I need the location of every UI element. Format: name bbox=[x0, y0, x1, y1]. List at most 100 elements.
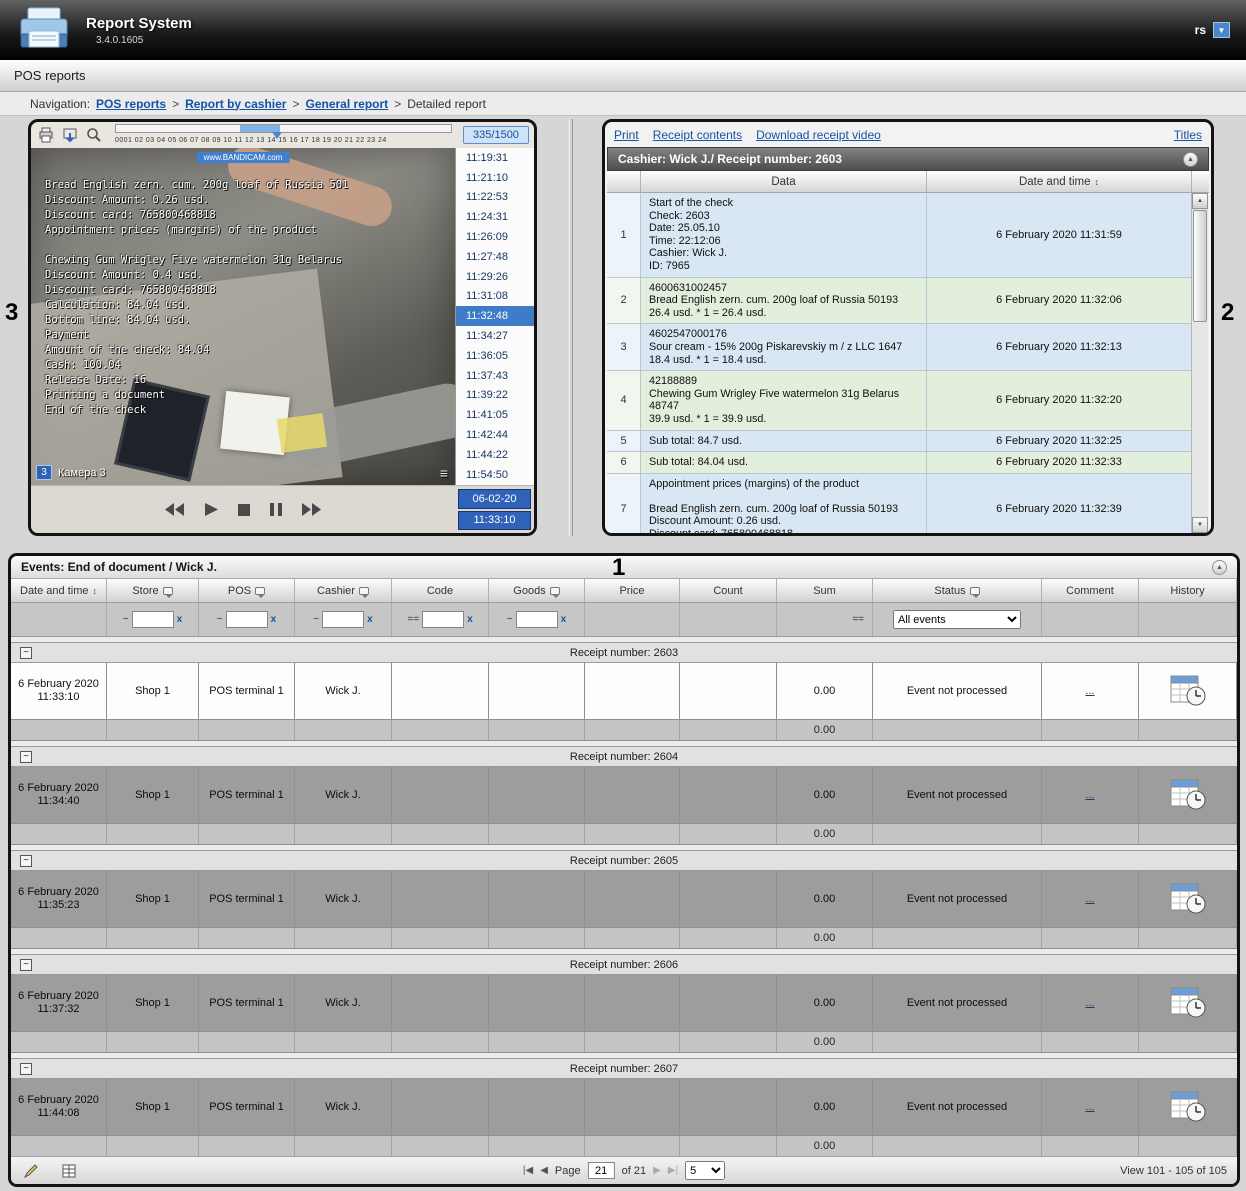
filter-icon[interactable] bbox=[163, 587, 173, 595]
timeline-slider[interactable] bbox=[115, 124, 452, 133]
timestamp-item-selected[interactable]: 11:32:48 bbox=[456, 306, 534, 326]
export-icon[interactable] bbox=[60, 125, 80, 145]
previous-page-icon[interactable]: ◀ bbox=[540, 1165, 548, 1176]
timestamp-item[interactable]: 11:27:48 bbox=[456, 247, 534, 267]
collapse-group-icon[interactable]: − bbox=[20, 751, 32, 763]
timestamp-item[interactable]: 11:36:05 bbox=[456, 346, 534, 366]
panel-splitter[interactable] bbox=[569, 119, 573, 536]
page-number-input[interactable] bbox=[588, 1162, 615, 1179]
fast-forward-icon[interactable] bbox=[302, 503, 322, 516]
collapse-events-icon[interactable]: ▲ bbox=[1212, 560, 1227, 575]
titles-link[interactable]: Titles bbox=[1174, 128, 1202, 142]
history-icon[interactable] bbox=[1170, 987, 1206, 1019]
filter-icon[interactable] bbox=[550, 587, 560, 595]
tab-pos-reports[interactable]: POS reports bbox=[14, 68, 86, 83]
event-row[interactable]: 6 February 2020 11:33:10 Shop 1 POS term… bbox=[11, 663, 1237, 720]
zoom-icon[interactable] bbox=[84, 125, 104, 145]
timestamp-item[interactable]: 11:44:22 bbox=[456, 445, 534, 465]
timestamp-item[interactable]: 11:42:44 bbox=[456, 425, 534, 445]
pos-filter-input[interactable] bbox=[226, 611, 268, 628]
comment-link[interactable]: ... bbox=[1085, 893, 1094, 906]
event-row[interactable]: 6 February 2020 11:44:08 Shop 1 POS term… bbox=[11, 1079, 1237, 1136]
timestamp-item[interactable]: 11:39:22 bbox=[456, 386, 534, 406]
breadcrumb-report-by-cashier[interactable]: Report by cashier bbox=[185, 97, 286, 111]
history-icon[interactable] bbox=[1170, 1091, 1206, 1123]
timestamp-item[interactable]: 11:22:53 bbox=[456, 188, 534, 208]
clear-filter-button[interactable]: x bbox=[271, 614, 277, 625]
timestamp-item[interactable]: 11:26:09 bbox=[456, 227, 534, 247]
event-row[interactable]: 6 February 2020 11:37:32 Shop 1 POS term… bbox=[11, 975, 1237, 1032]
column-data[interactable]: Data bbox=[641, 171, 927, 192]
filter-icon[interactable] bbox=[970, 587, 980, 595]
receipt-contents-link[interactable]: Receipt contents bbox=[653, 128, 742, 142]
timestamp-item[interactable]: 11:19:31 bbox=[456, 148, 534, 168]
column-store[interactable]: Store bbox=[107, 579, 199, 602]
comment-link[interactable]: ... bbox=[1085, 1101, 1094, 1114]
filter-icon[interactable] bbox=[359, 587, 369, 595]
column-date-and-time[interactable]: Date and time↕ bbox=[11, 579, 107, 602]
print-link[interactable]: Print bbox=[614, 128, 639, 142]
column-cashier[interactable]: Cashier bbox=[295, 579, 392, 602]
comment-link[interactable]: ... bbox=[1085, 789, 1094, 802]
rewind-icon[interactable] bbox=[165, 503, 185, 516]
pause-icon[interactable] bbox=[270, 503, 282, 516]
video-timeline[interactable]: 0001 02 03 04 05 06 07 08 09 10 11 12 13… bbox=[115, 124, 452, 146]
column-comment[interactable]: Comment bbox=[1042, 579, 1139, 602]
column-date-and-time[interactable]: Date and time ↕ bbox=[927, 171, 1191, 192]
column-sum[interactable]: Sum bbox=[777, 579, 873, 602]
breadcrumb-pos-reports[interactable]: POS reports bbox=[96, 97, 166, 111]
scroll-down-icon[interactable]: ▼ bbox=[1192, 517, 1208, 533]
receipt-scrollbar[interactable]: ▲ ▼ bbox=[1191, 193, 1208, 533]
collapse-group-icon[interactable]: − bbox=[20, 959, 32, 971]
code-filter-input[interactable] bbox=[422, 611, 464, 628]
timestamp-item[interactable]: 11:21:10 bbox=[456, 168, 534, 188]
timestamp-item[interactable]: 11:34:27 bbox=[456, 326, 534, 346]
comment-link[interactable]: ... bbox=[1085, 997, 1094, 1010]
user-menu-button[interactable]: ▼ bbox=[1213, 22, 1230, 38]
timestamp-item[interactable]: 11:54:50 bbox=[456, 465, 534, 485]
collapse-group-icon[interactable]: − bbox=[20, 855, 32, 867]
clear-filter-button[interactable]: x bbox=[561, 614, 567, 625]
download-receipt-video-link[interactable]: Download receipt video bbox=[756, 128, 881, 142]
play-icon[interactable] bbox=[205, 503, 218, 516]
collapse-group-icon[interactable]: − bbox=[20, 1063, 32, 1075]
timeline-marker-icon[interactable] bbox=[272, 132, 282, 139]
last-page-icon[interactable]: ▶| bbox=[668, 1165, 678, 1176]
grid-view-icon[interactable] bbox=[59, 1161, 79, 1181]
column-goods[interactable]: Goods bbox=[489, 579, 585, 602]
history-icon[interactable] bbox=[1170, 883, 1206, 915]
print-icon[interactable] bbox=[36, 125, 56, 145]
edit-icon[interactable] bbox=[21, 1161, 41, 1181]
filter-icon[interactable] bbox=[255, 587, 265, 595]
column-history[interactable]: History bbox=[1139, 579, 1237, 602]
timestamp-item[interactable]: 11:37:43 bbox=[456, 366, 534, 386]
clear-filter-button[interactable]: x bbox=[177, 614, 183, 625]
scroll-up-icon[interactable]: ▲ bbox=[1192, 193, 1208, 209]
video-frame[interactable]: www.BANDICAM.com Bread English zern. cum… bbox=[31, 148, 455, 485]
column-code[interactable]: Code bbox=[392, 579, 489, 602]
timestamp-item[interactable]: 11:29:26 bbox=[456, 267, 534, 287]
history-icon[interactable] bbox=[1170, 779, 1206, 811]
breadcrumb-general-report[interactable]: General report bbox=[305, 97, 388, 111]
first-page-icon[interactable]: |◀ bbox=[523, 1165, 533, 1176]
store-filter-input[interactable] bbox=[132, 611, 174, 628]
timestamp-item[interactable]: 11:24:31 bbox=[456, 207, 534, 227]
collapse-group-icon[interactable]: − bbox=[20, 647, 32, 659]
scrollbar-thumb[interactable] bbox=[1193, 210, 1207, 322]
cashier-filter-input[interactable] bbox=[322, 611, 364, 628]
stop-icon[interactable] bbox=[238, 504, 250, 516]
history-icon[interactable] bbox=[1170, 675, 1206, 707]
comment-link[interactable]: ... bbox=[1085, 685, 1094, 698]
event-row[interactable]: 6 February 2020 11:35:23 Shop 1 POS term… bbox=[11, 871, 1237, 928]
clear-filter-button[interactable]: x bbox=[367, 614, 373, 625]
goods-filter-input[interactable] bbox=[516, 611, 558, 628]
column-price[interactable]: Price bbox=[585, 579, 680, 602]
column-pos[interactable]: POS bbox=[199, 579, 295, 602]
column-status[interactable]: Status bbox=[873, 579, 1042, 602]
clear-filter-button[interactable]: x bbox=[467, 614, 473, 625]
page-size-select[interactable]: 5 bbox=[685, 1161, 725, 1180]
status-filter-select[interactable]: All events bbox=[893, 610, 1021, 629]
video-menu-icon[interactable]: ≡ bbox=[440, 465, 448, 481]
event-row[interactable]: 6 February 2020 11:34:40 Shop 1 POS term… bbox=[11, 767, 1237, 824]
timestamp-item[interactable]: 11:41:05 bbox=[456, 405, 534, 425]
